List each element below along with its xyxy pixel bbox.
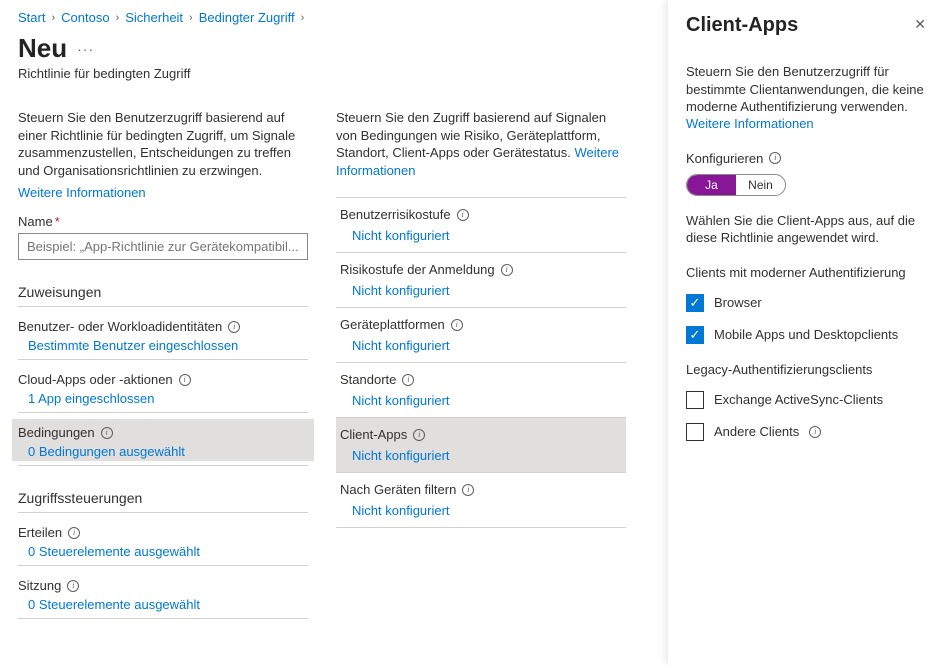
info-icon[interactable]: i [68, 527, 80, 539]
learn-more-link[interactable]: Weitere Informationen [686, 116, 814, 131]
item-value[interactable]: Bestimmte Benutzer eingeschlossen [18, 338, 308, 353]
condition-client-apps[interactable]: Client-Apps i Nicht konfiguriert [336, 417, 626, 472]
item-value[interactable]: Nicht konfiguriert [340, 503, 622, 518]
item-label: Benutzerrisikostufe [340, 207, 451, 222]
item-label: Sitzung [18, 578, 61, 593]
conditions-column: Steuern Sie den Zugriff basierend auf Si… [336, 109, 626, 528]
option-browser[interactable]: ✓ Browser [686, 294, 930, 312]
chevron-right-icon: › [189, 12, 193, 24]
item-value[interactable]: 0 Steuerelemente ausgewählt [18, 597, 308, 612]
conditions-description: Steuern Sie den Zugriff basierend auf Si… [336, 109, 626, 179]
item-label: Geräteplattformen [340, 317, 445, 332]
panel-description: Steuern Sie den Benutzerzugriff für best… [686, 63, 930, 116]
page-subtitle: Richtlinie für bedingten Zugriff [18, 66, 650, 81]
more-icon[interactable]: ··· [77, 41, 94, 57]
item-label: Nach Geräten filtern [340, 482, 456, 497]
option-label: Mobile Apps und Desktopclients [714, 327, 898, 342]
section-access-controls: Zugriffssteuerungen [18, 490, 308, 506]
page-title: Neu [18, 33, 67, 64]
control-grant[interactable]: Erteilen i 0 Steuerelemente ausgewählt [18, 519, 308, 561]
item-label: Risikostufe der Anmeldung [340, 262, 495, 277]
client-apps-panel: Client-Apps ✕ Steuern Sie den Benutzerzu… [668, 0, 948, 665]
checkbox-icon[interactable]: ✓ [686, 326, 704, 344]
condition-locations[interactable]: Standorte i Nicht konfiguriert [336, 362, 626, 417]
option-label: Andere Clients [714, 424, 799, 439]
divider [18, 412, 308, 413]
breadcrumb-item[interactable]: Bedingter Zugriff [199, 10, 295, 25]
toggle-yes[interactable]: Ja [687, 175, 736, 195]
info-icon[interactable]: i [457, 209, 469, 221]
info-icon[interactable]: i [462, 484, 474, 496]
breadcrumb-item[interactable]: Sicherheit [125, 10, 183, 25]
info-icon[interactable]: i [101, 427, 113, 439]
configure-label: Konfigurieren i [686, 151, 930, 166]
breadcrumb-item[interactable]: Contoso [61, 10, 109, 25]
group-legacy-auth: Legacy-Authentifizierungsclients [686, 362, 930, 377]
item-label: Cloud-Apps oder -aktionen [18, 372, 173, 387]
info-icon[interactable]: i [67, 580, 79, 592]
left-description: Steuern Sie den Benutzerzugriff basieren… [18, 109, 308, 179]
item-label: Standorte [340, 372, 396, 387]
info-icon[interactable]: i [451, 319, 463, 331]
checkbox-icon[interactable]: ✓ [686, 294, 704, 312]
panel-select-text: Wählen Sie die Client-Apps aus, auf die … [686, 212, 930, 247]
item-value[interactable]: 0 Steuerelemente ausgewählt [18, 544, 308, 559]
info-icon[interactable]: i [413, 429, 425, 441]
condition-device-platforms[interactable]: Geräteplattformen i Nicht konfiguriert [336, 307, 626, 362]
condition-filter-devices[interactable]: Nach Geräten filtern i Nicht konfigurier… [336, 472, 626, 528]
checkbox-icon[interactable] [686, 423, 704, 441]
info-icon[interactable]: i [809, 426, 821, 438]
toggle-no[interactable]: Nein [736, 175, 785, 195]
name-label: Name* [18, 214, 308, 229]
item-label: Erteilen [18, 525, 62, 540]
assignment-conditions[interactable]: Bedingungen i 0 Bedingungen ausgewählt [12, 419, 314, 461]
option-label: Browser [714, 295, 762, 310]
option-exchange-activesync[interactable]: Exchange ActiveSync-Clients [686, 391, 930, 409]
divider [18, 512, 308, 513]
chevron-right-icon: › [116, 12, 120, 24]
divider [18, 465, 308, 466]
assignment-users[interactable]: Benutzer- oder Workloadidentitäten i Bes… [18, 313, 308, 355]
breadcrumb-item[interactable]: Start [18, 10, 45, 25]
item-value[interactable]: Nicht konfiguriert [340, 338, 622, 353]
assignment-apps[interactable]: Cloud-Apps oder -aktionen i 1 App einges… [18, 366, 308, 408]
item-label: Client-Apps [340, 427, 407, 442]
info-icon[interactable]: i [769, 152, 781, 164]
name-input[interactable] [18, 233, 308, 260]
chevron-right-icon: › [51, 12, 55, 24]
item-value[interactable]: Nicht konfiguriert [340, 228, 622, 243]
item-value[interactable]: Nicht konfiguriert [340, 283, 622, 298]
option-other-clients[interactable]: Andere Clients i [686, 423, 930, 441]
item-label: Benutzer- oder Workloadidentitäten [18, 319, 222, 334]
divider [18, 618, 308, 619]
item-value[interactable]: Nicht konfiguriert [340, 393, 622, 408]
section-assignments: Zuweisungen [18, 284, 308, 300]
control-session[interactable]: Sitzung i 0 Steuerelemente ausgewählt [18, 572, 308, 614]
info-icon[interactable]: i [228, 321, 240, 333]
group-modern-auth: Clients mit moderner Authentifizierung [686, 265, 930, 280]
divider [18, 359, 308, 360]
info-icon[interactable]: i [179, 374, 191, 386]
checkbox-icon[interactable] [686, 391, 704, 409]
info-icon[interactable]: i [501, 264, 513, 276]
left-column: Steuern Sie den Benutzerzugriff basieren… [18, 109, 308, 625]
panel-title: Client-Apps [686, 14, 798, 37]
divider [18, 565, 308, 566]
condition-user-risk[interactable]: Benutzerrisikostufe i Nicht konfiguriert [336, 197, 626, 252]
option-label: Exchange ActiveSync-Clients [714, 392, 883, 407]
item-value[interactable]: 1 App eingeschlossen [18, 391, 308, 406]
learn-more-link[interactable]: Weitere Informationen [18, 185, 146, 200]
breadcrumb: Start › Contoso › Sicherheit › Bedingter… [18, 10, 650, 25]
item-value[interactable]: 0 Bedingungen ausgewählt [18, 444, 308, 459]
divider [18, 306, 308, 307]
option-mobile-desktop[interactable]: ✓ Mobile Apps und Desktopclients [686, 326, 930, 344]
close-icon[interactable]: ✕ [910, 14, 930, 35]
condition-signin-risk[interactable]: Risikostufe der Anmeldung i Nicht konfig… [336, 252, 626, 307]
item-label: Bedingungen [18, 425, 95, 440]
chevron-right-icon: › [301, 12, 305, 24]
main-content: Start › Contoso › Sicherheit › Bedingter… [0, 0, 668, 635]
item-value[interactable]: Nicht konfiguriert [340, 448, 622, 463]
configure-toggle[interactable]: Ja Nein [686, 174, 786, 196]
info-icon[interactable]: i [402, 374, 414, 386]
